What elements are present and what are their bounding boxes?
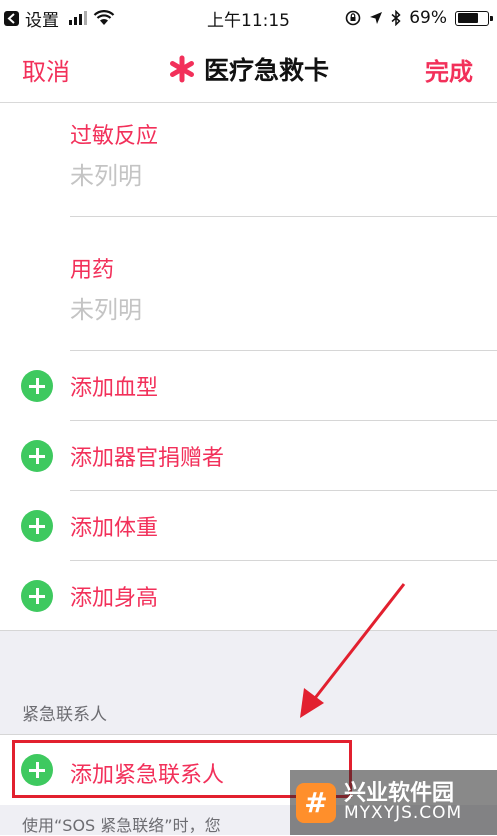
add-weight-label[interactable]: 添加体重: [70, 510, 158, 542]
plus-circle-icon[interactable]: [21, 510, 53, 542]
allergies-label: 过敏反应: [70, 124, 159, 149]
nav-bar: 取消 医疗急救卡 完成: [0, 36, 497, 103]
watermark-name: 兴业软件园: [344, 781, 455, 807]
signal-icon: [69, 11, 87, 25]
wifi-icon: [93, 10, 115, 25]
page-title: 医疗急救卡: [0, 51, 497, 87]
add-weight-row[interactable]: 添加体重: [0, 491, 497, 561]
add-height-label[interactable]: 添加身高: [70, 580, 158, 612]
emergency-contacts-header: 紧急联系人: [22, 705, 107, 725]
orientation-lock-icon: [345, 10, 361, 26]
plus-circle-icon[interactable]: [21, 440, 53, 472]
watermark-url: MYXYJS.COM: [344, 803, 463, 824]
watermark: # 兴业软件园 MYXYJS.COM: [290, 770, 497, 835]
watermark-logo-icon: #: [296, 782, 336, 823]
add-organ-donor-row[interactable]: 添加器官捐赠者: [0, 421, 497, 491]
back-arrow-icon[interactable]: [4, 10, 19, 26]
allergies-value[interactable]: 未列明: [70, 156, 158, 191]
medications-field[interactable]: 用药 未列明: [70, 252, 142, 325]
medications-value[interactable]: 未列明: [70, 290, 142, 325]
sos-footer-note: 使用“SOS 紧急联络”时，您: [22, 816, 221, 835]
battery-level: [457, 13, 478, 23]
status-right: 69%: [345, 8, 497, 28]
add-height-row[interactable]: 添加身高: [0, 561, 497, 631]
bluetooth-icon: [391, 10, 401, 26]
add-blood-type-row[interactable]: 添加血型: [0, 351, 497, 421]
watermark-text: 兴业软件园 MYXYJS.COM: [344, 782, 462, 823]
plus-circle-icon[interactable]: [21, 370, 53, 402]
add-organ-donor-label[interactable]: 添加器官捐赠者: [70, 440, 224, 472]
add-blood-type-label[interactable]: 添加血型: [70, 370, 158, 402]
medical-star-icon: [169, 55, 194, 83]
divider: [70, 216, 497, 217]
status-bar: 设置 上午11:15 69%: [0, 0, 497, 36]
plus-circle-icon[interactable]: [21, 580, 53, 612]
medications-label: 用药: [70, 258, 115, 283]
back-app-label[interactable]: 设置: [25, 6, 59, 31]
done-button[interactable]: 完成: [425, 52, 473, 87]
allergies-field[interactable]: 过敏反应 未列明: [70, 118, 158, 191]
location-icon: [370, 12, 383, 24]
status-left: 设置: [0, 6, 115, 31]
battery-percent: 69%: [409, 8, 447, 28]
battery-icon: [455, 10, 493, 26]
page-title-text: 医疗急救卡: [203, 56, 329, 85]
